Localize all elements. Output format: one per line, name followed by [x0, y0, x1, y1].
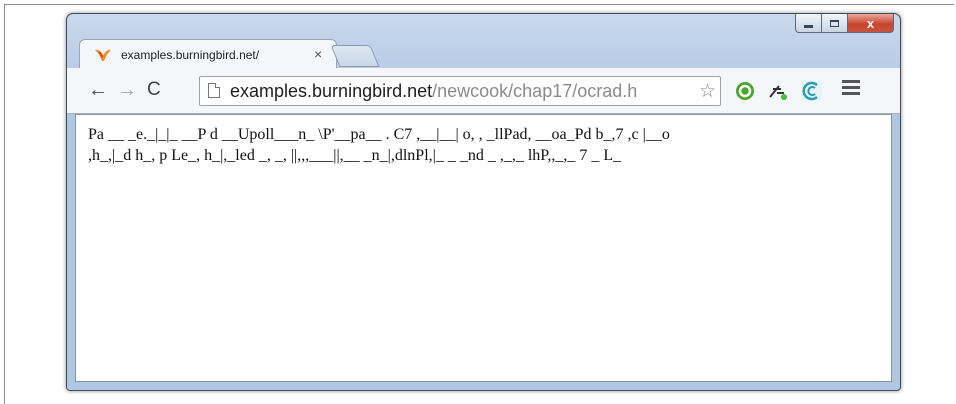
new-tab-button[interactable] — [330, 45, 380, 67]
ocr-line: ,h_,|_d h_, p Le_, h_|,_led _, _, ||,,,_… — [88, 147, 622, 164]
url-text[interactable]: examples.burningbird.net/newcook/chap17/… — [230, 81, 690, 102]
page-icon — [208, 83, 220, 98]
url-path: /newcook/chap17/ocrad.h — [432, 81, 638, 101]
minimize-icon — [804, 25, 813, 28]
burningbird-bird-icon — [95, 49, 111, 61]
green-extension-icon[interactable] — [734, 80, 756, 102]
close-icon: x — [866, 15, 875, 31]
toolbar: ← → C examples.burningbird.net/newcook/c… — [67, 68, 900, 114]
close-window-button[interactable]: x — [848, 14, 894, 33]
ocr-line: Pa __ _e._|_|_ __P d __Upoll___n_ \P'__p… — [88, 126, 670, 143]
address-bar[interactable]: examples.burningbird.net/newcook/chap17/… — [199, 76, 721, 106]
back-arrow-icon[interactable]: ← — [88, 80, 108, 100]
page-content: Pa __ _e._|_|_ __P d __Upoll___n_ \P'__p… — [75, 114, 892, 382]
maximize-button[interactable] — [822, 14, 848, 33]
ocr-output-text: Pa __ _e._|_|_ __P d __Upoll___n_ \P'__p… — [88, 124, 878, 166]
tab-close-icon[interactable]: × — [314, 46, 322, 62]
menu-icon[interactable] — [842, 80, 860, 98]
reload-icon[interactable]: C — [147, 80, 161, 100]
forward-arrow-icon[interactable]: → — [117, 80, 137, 100]
maximize-icon — [830, 19, 839, 27]
url-host: examples.burningbird.net — [230, 81, 433, 101]
bookmark-star-icon[interactable]: ☆ — [699, 80, 716, 103]
minimize-button[interactable] — [795, 14, 822, 33]
tab-title-fade — [276, 44, 308, 66]
dial-extension-icon[interactable] — [767, 80, 789, 102]
browser-window: x examples.burningbird.net/ × ← → C exam… — [66, 13, 901, 391]
tab-active[interactable]: examples.burningbird.net/ × — [79, 39, 337, 69]
window-controls: x — [795, 14, 894, 33]
teal-extension-icon[interactable] — [801, 80, 823, 102]
